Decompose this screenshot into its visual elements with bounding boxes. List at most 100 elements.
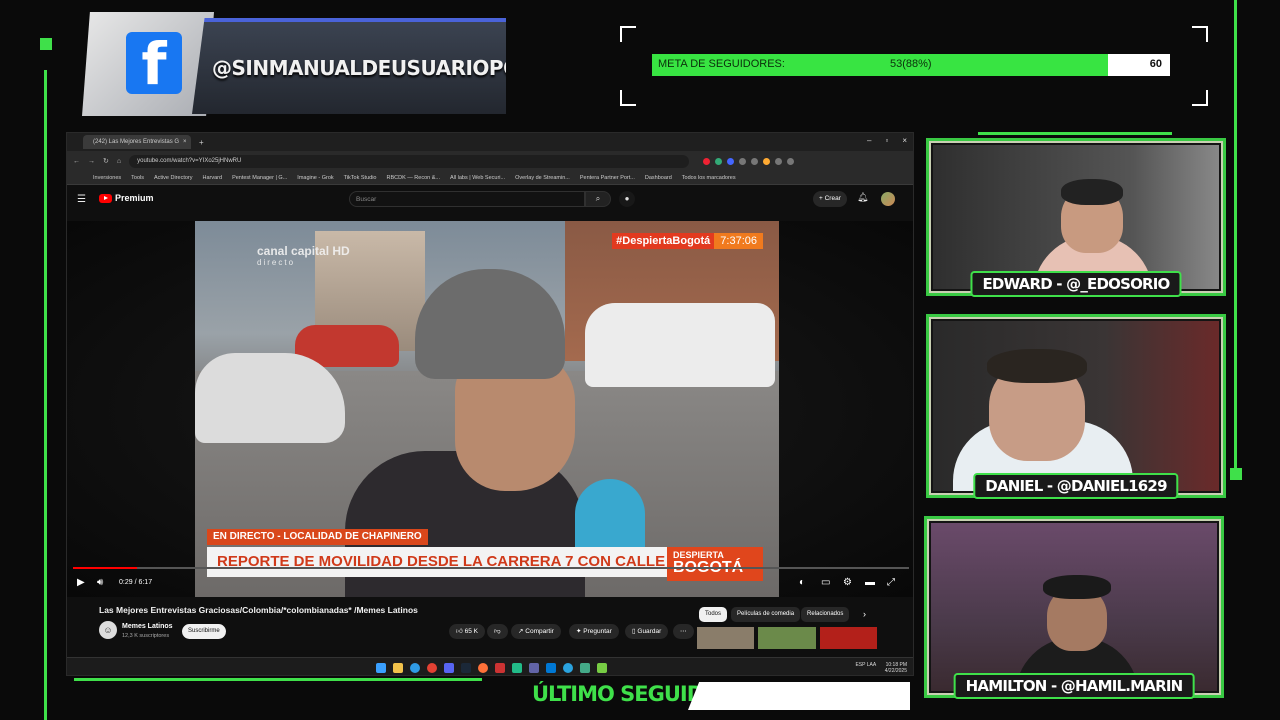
bookmark-item[interactable]: Imagine - Grok	[297, 175, 333, 181]
channel-avatar[interactable]: ☺	[99, 621, 117, 639]
app-icon[interactable]	[579, 662, 590, 673]
lower-third-small: EN DIRECTO - LOCALIDAD DE CHAPINERO	[207, 529, 428, 545]
back-icon[interactable]: ←	[73, 158, 80, 165]
bookmark-item[interactable]: Active Directory	[154, 175, 193, 181]
avatar[interactable]	[881, 192, 895, 206]
video-title: Las Mejores Entrevistas Graciosas/Colomb…	[99, 605, 418, 615]
chevron-right-icon[interactable]: ›	[863, 609, 866, 619]
bracket-bottom-right	[1192, 90, 1208, 106]
teams-icon[interactable]	[528, 662, 539, 673]
bookmark-item[interactable]: Todos los marcadores	[682, 175, 736, 181]
save-button[interactable]: ▯ Guardar	[625, 624, 669, 639]
app-icon[interactable]	[511, 662, 522, 673]
create-button[interactable]: + Crear	[813, 191, 847, 207]
microphone-icon[interactable]: ●	[619, 191, 635, 207]
menu-icon[interactable]: ☰	[77, 194, 86, 205]
bracket-top-left	[620, 26, 636, 42]
play-icon[interactable]: ▶	[77, 577, 85, 588]
video-player[interactable]: canal capital HD directo #DespiertaBogot…	[67, 221, 913, 597]
like-button[interactable]: 👍︎ 65 K	[449, 624, 485, 639]
autoplay-icon[interactable]: ◐	[799, 577, 805, 588]
youtube-logo[interactable]: Premium	[99, 193, 154, 203]
firefox-icon[interactable]	[477, 662, 488, 673]
extension-icon[interactable]	[739, 157, 747, 165]
tab-close-icon[interactable]: ×	[183, 139, 187, 145]
explorer-icon[interactable]	[392, 662, 403, 673]
extension-icon[interactable]	[787, 157, 795, 165]
notepad-icon[interactable]	[596, 662, 607, 673]
video-clock: 7:37:06	[714, 233, 763, 249]
theater-icon[interactable]: ▬	[865, 577, 875, 588]
subtitles-icon[interactable]: ▭	[821, 577, 830, 588]
stream-overlay: f @SINMANUALDEUSUARIOPODCAST META DE SEG…	[0, 0, 1280, 720]
close-window-icon[interactable]: ×	[902, 136, 907, 145]
share-button[interactable]: ↗ Compartir	[511, 624, 561, 639]
dislike-button[interactable]: 👎︎	[487, 624, 508, 639]
chip-comedy[interactable]: Películas de comedia	[731, 607, 801, 622]
webcam-feed	[933, 145, 1219, 289]
extension-icon[interactable]	[715, 157, 723, 165]
edge-icon[interactable]	[409, 662, 420, 673]
related-thumbnail[interactable]	[819, 627, 877, 649]
extension-icon[interactable]	[727, 157, 735, 165]
video-hashtag: #DespiertaBogotá	[612, 233, 715, 249]
tab-youtube[interactable]: (242) Las Mejores Entrevistas G ×	[83, 135, 191, 149]
bookmark-item[interactable]: All labs | Web Securi...	[450, 175, 505, 181]
youtube-logo-text: Premium	[115, 193, 154, 203]
goal-bar: META DE SEGUIDORES: 53(88%) 60	[652, 54, 1170, 76]
bookmark-item[interactable]: RBCDK — Recon &...	[386, 175, 440, 181]
extension-icon[interactable]	[763, 157, 771, 165]
discord-icon[interactable]	[443, 662, 454, 673]
browser-window: (242) Las Mejores Entrevistas G × + – ▫ …	[66, 132, 914, 676]
fullscreen-icon[interactable]: ⤢	[887, 577, 895, 588]
reload-icon[interactable]: ↻	[103, 157, 109, 165]
webcam-hamilton: HAMILTON - @HAMIL.MARIN	[924, 516, 1224, 699]
cam-top-line	[978, 132, 1172, 135]
settings-icon[interactable]: ⚙	[843, 577, 852, 588]
video-progress-bar[interactable]	[73, 567, 909, 569]
app-icon[interactable]	[545, 662, 556, 673]
video-car	[195, 353, 345, 443]
bookmark-item[interactable]: Pentest Manager | G...	[232, 175, 287, 181]
bookmark-item[interactable]: Inversiones	[93, 175, 121, 181]
facebook-banner: f @SINMANUALDEUSUARIOPODCAST	[82, 12, 506, 116]
home-icon[interactable]: ⌂	[117, 158, 121, 165]
bookmark-item[interactable]: Harvard	[203, 175, 223, 181]
bookmark-item[interactable]: Dashboard	[645, 175, 672, 181]
left-frame-square	[40, 38, 52, 50]
minimize-icon[interactable]: –	[867, 136, 871, 145]
channel-name[interactable]: Memes Latinos	[122, 623, 173, 630]
extension-icon[interactable]	[775, 157, 783, 165]
maximize-icon[interactable]: ▫	[885, 136, 888, 145]
webcam-daniel: DANIEL - @DANIEL1629	[926, 314, 1226, 499]
system-tray[interactable]: ESP LAA 10:18 PM 4/22/2025	[855, 662, 907, 674]
chrome-icon[interactable]	[426, 662, 437, 673]
search-icon[interactable]: ⌕	[585, 191, 611, 207]
steam-icon[interactable]	[460, 662, 471, 673]
related-thumbnail[interactable]	[758, 627, 816, 649]
bookmark-item[interactable]: TikTok Studio	[344, 175, 377, 181]
url-field[interactable]: youtube.com/watch?v=YIXo25jHNwRU	[129, 154, 690, 168]
telegram-icon[interactable]	[562, 662, 573, 673]
search-input[interactable]: Buscar	[349, 191, 585, 207]
related-thumbnail[interactable]	[697, 627, 755, 649]
volume-icon[interactable]: 🔊︎	[97, 577, 103, 588]
ask-button[interactable]: ✦ Preguntar	[569, 624, 619, 639]
more-icon[interactable]: ⋯	[673, 624, 694, 639]
windows-start-icon[interactable]	[375, 662, 386, 673]
extension-icon[interactable]	[703, 157, 711, 165]
video-van	[585, 303, 775, 387]
forward-icon[interactable]: →	[88, 158, 95, 165]
bookmark-item[interactable]: Overlay de Streamin...	[515, 175, 570, 181]
bookmark-item[interactable]: Tools	[131, 175, 144, 181]
app-icon[interactable]	[494, 662, 505, 673]
new-tab-icon[interactable]: +	[199, 138, 204, 147]
webcam-name-label: DANIEL - @DANIEL1629	[973, 473, 1179, 499]
chip-related[interactable]: Relacionados	[801, 607, 850, 622]
chip-all[interactable]: Todos	[699, 607, 728, 622]
tab-title: (242) Las Mejores Entrevistas G	[93, 139, 180, 145]
extension-icon[interactable]	[751, 157, 759, 165]
bookmark-item[interactable]: Pentera Partner Port...	[580, 175, 635, 181]
notifications-icon[interactable]: 🔔︎	[857, 192, 868, 203]
subscribe-button[interactable]: Suscribirme	[182, 624, 226, 639]
